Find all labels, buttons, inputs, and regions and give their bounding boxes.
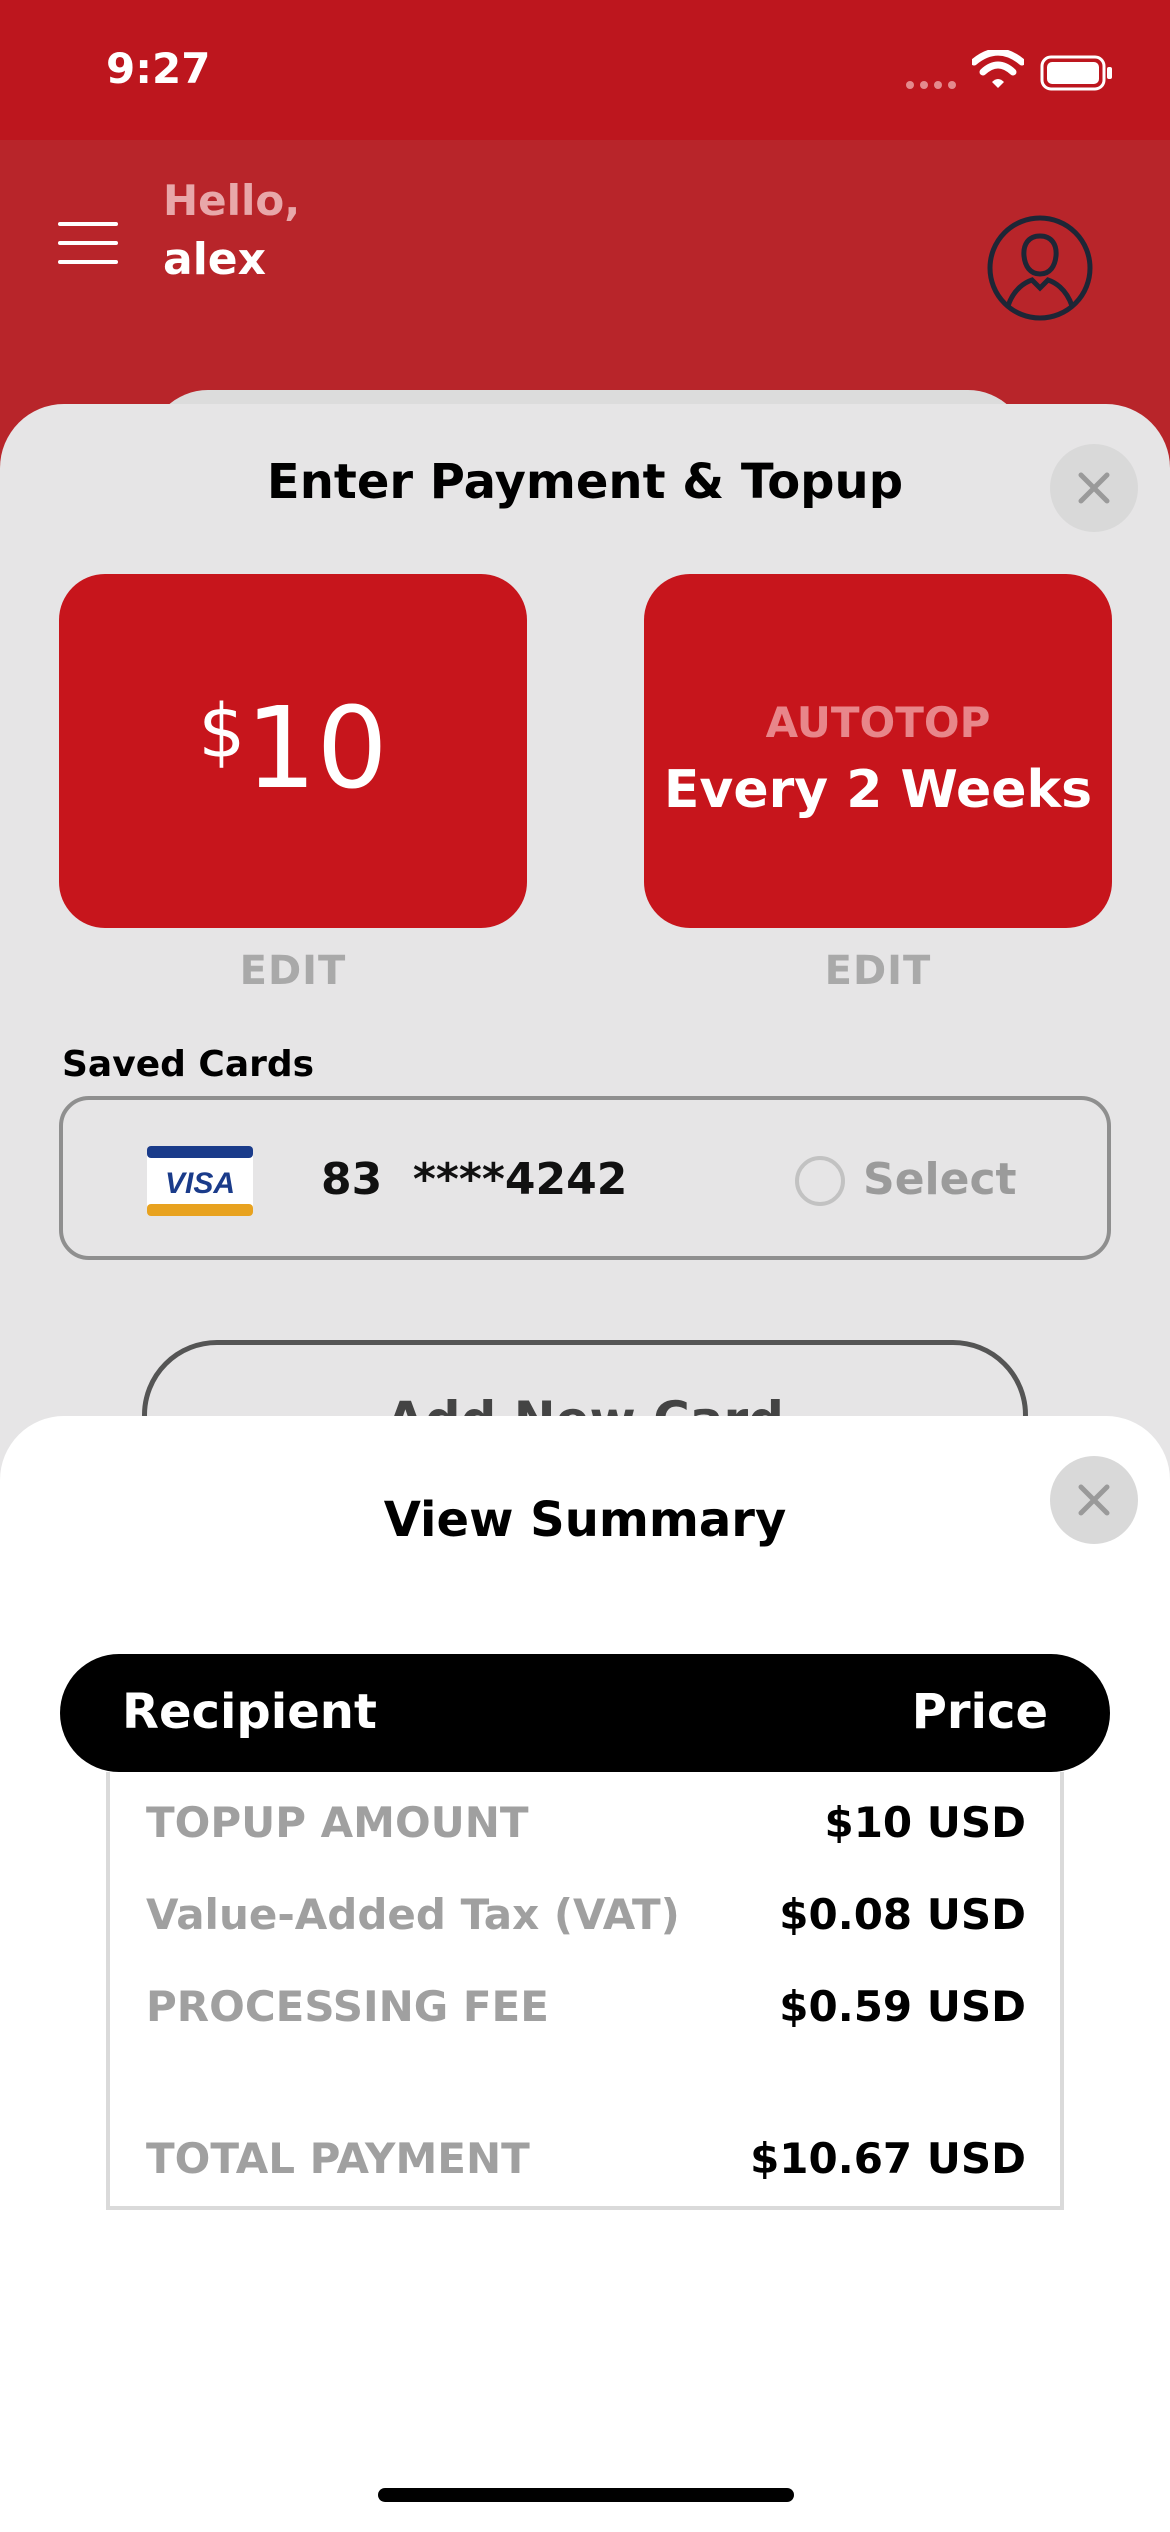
- profile-icon[interactable]: [986, 214, 1094, 322]
- topup-amount-value: $10 USD: [824, 1798, 1026, 1847]
- processing-fee-value: $0.59 USD: [779, 1982, 1026, 2031]
- greeting: Hello,: [163, 176, 301, 225]
- user-name: alex: [163, 234, 266, 285]
- close-icon: [1078, 1484, 1110, 1516]
- summary-table-header: Recipient Price: [60, 1654, 1110, 1772]
- edit-amount-button[interactable]: EDIT: [59, 948, 527, 994]
- payment-sheet-title: Enter Payment & Topup: [266, 454, 904, 510]
- summary-close-button[interactable]: [1050, 1456, 1138, 1544]
- card-number: 83 ****4242: [321, 1154, 628, 1205]
- cellular-signal-icon: [906, 81, 956, 89]
- vat-value: $0.08 USD: [779, 1890, 1026, 1939]
- saved-cards-label: Saved Cards: [62, 1044, 315, 1085]
- price-header: Price: [911, 1684, 1048, 1740]
- total-payment-label: TOTAL PAYMENT: [146, 2134, 530, 2183]
- home-indicator: [378, 2488, 794, 2502]
- autotop-frequency: Every 2 Weeks: [663, 760, 1093, 820]
- topup-amount: $10: [59, 684, 527, 814]
- saved-card-row[interactable]: VISA 83 ****4242 Select: [59, 1096, 1111, 1260]
- vat-label: Value-Added Tax (VAT): [146, 1890, 680, 1939]
- recipient-header: Recipient: [122, 1684, 377, 1740]
- status-time: 9:27: [106, 44, 211, 93]
- autotop-tile[interactable]: AUTOTOP Every 2 Weeks: [644, 574, 1112, 928]
- currency-symbol: $: [198, 689, 246, 775]
- battery-icon: [1040, 55, 1112, 91]
- processing-fee-label: PROCESSING FEE: [146, 1982, 549, 2031]
- close-icon: [1078, 472, 1110, 504]
- topup-amount-label: TOPUP AMOUNT: [146, 1798, 529, 1847]
- total-payment-value: $10.67 USD: [750, 2134, 1026, 2183]
- card-select-label[interactable]: Select: [863, 1154, 1017, 1205]
- summary-table: TOPUP AMOUNT $10 USD Value-Added Tax (VA…: [106, 1772, 1064, 2210]
- svg-text:VISA: VISA: [165, 1167, 235, 1200]
- status-bar: 9:27: [0, 0, 1170, 140]
- app-header: Hello, alex: [0, 140, 1170, 420]
- wifi-icon: [972, 50, 1024, 88]
- payment-close-button[interactable]: [1050, 444, 1138, 532]
- amount-value: 10: [245, 684, 388, 814]
- visa-icon: VISA: [147, 1146, 253, 1216]
- edit-autotop-button[interactable]: EDIT: [644, 948, 1112, 994]
- summary-title: View Summary: [383, 1492, 787, 1548]
- autotop-label: AUTOTOP: [765, 698, 991, 747]
- menu-icon[interactable]: [58, 220, 118, 266]
- summary-sheet: View Summary Recipient Price TOPUP AMOUN…: [0, 1416, 1170, 2532]
- topup-amount-tile[interactable]: $10: [59, 574, 527, 928]
- card-select-radio[interactable]: [795, 1156, 845, 1206]
